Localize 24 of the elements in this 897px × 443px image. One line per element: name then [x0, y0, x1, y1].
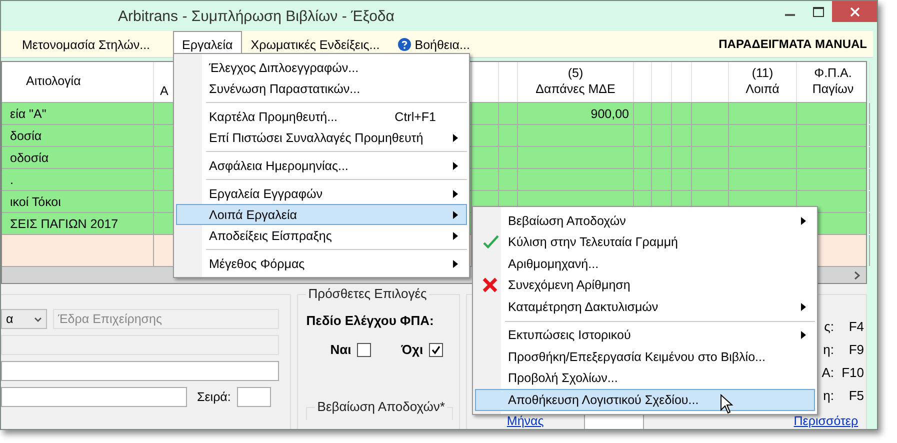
window-title: Arbitrans - Συμπλήρωση Βιβλίων - Έξοδα — [118, 8, 396, 24]
shortcut-label: η: — [823, 342, 834, 357]
option-label: Ναι — [330, 342, 352, 357]
table-cell: ΣΕΙΣ ΠΑΓΙΩΝ 2017 — [2, 213, 154, 234]
table-cell: 900,00 — [518, 103, 634, 124]
shortcut-text: Ctrl+F1 — [394, 110, 437, 124]
shortcut-key: F9 — [840, 342, 864, 357]
table-cell: εία "Α" — [2, 103, 154, 124]
table-cell: οδοσία — [2, 147, 154, 168]
shortcut-key: F4 — [840, 319, 864, 334]
table-cell: . — [2, 169, 154, 190]
shortcut-key: F10 — [840, 365, 864, 380]
table-cell: δοσία — [2, 125, 154, 146]
group-title: Πρόσθετες Επιλογές — [306, 286, 429, 301]
company-name: ΠΑΡΑΔΕΙΓΜΑΤΑ MANUAL — [718, 37, 868, 51]
table-cell: ικοί Τόκοι — [2, 191, 154, 212]
option-label: Όχι — [401, 342, 424, 357]
shortcut-label: Α: — [822, 365, 834, 380]
shortcut-label: η: — [823, 388, 834, 403]
shortcut-key: F5 — [840, 388, 864, 403]
series-label: Σειρά: — [197, 390, 231, 404]
vat-check-label: Πεδίο Ελέγχου ΦΠΑ: — [306, 313, 435, 328]
group-title: Βεβαίωση Αποδοχών* — [315, 399, 447, 414]
shortcut-label: ς: — [824, 319, 834, 334]
